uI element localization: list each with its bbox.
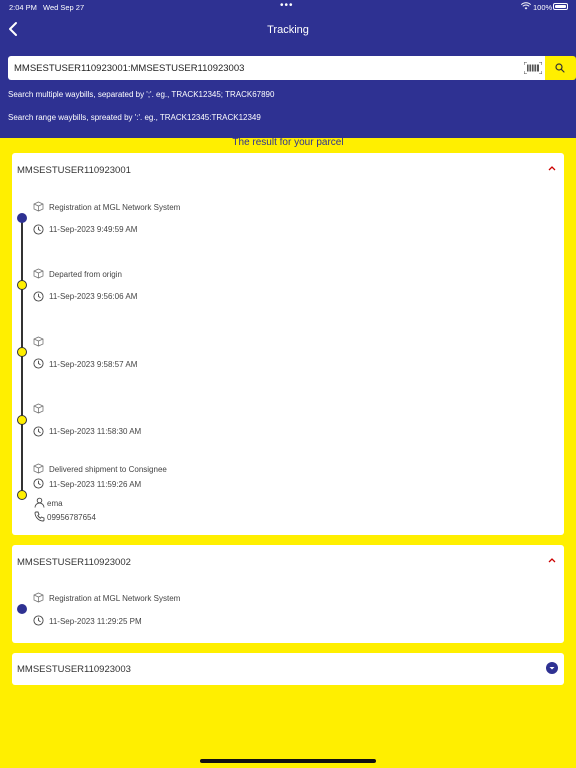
search-icon bbox=[555, 63, 565, 73]
multiple-search-hint: Search multiple waybills, separated by '… bbox=[8, 90, 275, 99]
waybill-number[interactable]: MMSESTUSER110923003 bbox=[17, 664, 131, 675]
clock-icon bbox=[33, 615, 44, 626]
package-icon bbox=[33, 336, 44, 347]
page-title: Tracking bbox=[267, 24, 309, 36]
timeline-dot bbox=[17, 415, 27, 425]
battery-percent: 100% bbox=[533, 3, 553, 12]
status-bar: 2:04 PM Wed Sep 27 ••• 100% bbox=[0, 0, 576, 14]
range-search-hint: Search range waybills, spreated by ':'. … bbox=[8, 113, 261, 122]
package-icon bbox=[33, 403, 44, 414]
parcel-card: MMSESTUSER110923001 Registration at MGL … bbox=[12, 153, 564, 535]
timeline-dot bbox=[17, 604, 27, 614]
event-status: Registration at MGL Network System bbox=[49, 203, 181, 212]
clock-icon bbox=[33, 291, 44, 302]
event-time: 11-Sep-2023 11:29:25 PM bbox=[49, 617, 142, 626]
clock-icon bbox=[33, 358, 44, 369]
timeline-dot bbox=[17, 490, 27, 500]
home-indicator[interactable] bbox=[200, 759, 376, 763]
waybill-search-input[interactable] bbox=[14, 56, 504, 80]
top-bar: 2:04 PM Wed Sep 27 ••• 100% Tracking Sea… bbox=[0, 0, 576, 138]
receiver-phone[interactable]: 09956787654 bbox=[47, 513, 96, 522]
timeline-dot bbox=[17, 280, 27, 290]
waybill-number[interactable]: MMSESTUSER110923001 bbox=[17, 165, 131, 176]
timeline-dot bbox=[17, 213, 27, 223]
chevron-down-icon[interactable] bbox=[546, 662, 558, 674]
package-icon bbox=[33, 463, 44, 474]
package-icon bbox=[33, 592, 44, 603]
clock-icon bbox=[33, 426, 44, 437]
receiver-name: ema bbox=[47, 499, 63, 508]
status-time: 2:04 PM bbox=[9, 3, 37, 12]
parcel-card: MMSESTUSER110923002 Registration at MGL … bbox=[12, 545, 564, 643]
event-status: Delivered shipment to Consignee bbox=[49, 465, 167, 474]
clock-icon bbox=[33, 224, 44, 235]
event-time: 11-Sep-2023 9:56:06 AM bbox=[49, 292, 138, 301]
timeline-dot bbox=[17, 347, 27, 357]
chevron-up-icon[interactable] bbox=[548, 557, 556, 563]
clock-icon bbox=[33, 478, 44, 489]
package-icon bbox=[33, 201, 44, 212]
package-icon bbox=[33, 268, 44, 279]
result-title: The result for your parcel bbox=[232, 137, 344, 148]
person-icon bbox=[34, 497, 45, 508]
status-date: Wed Sep 27 bbox=[43, 3, 85, 12]
chevron-up-icon[interactable] bbox=[548, 165, 556, 171]
barcode-icon[interactable] bbox=[524, 62, 542, 74]
wifi-icon bbox=[521, 2, 531, 10]
search-button[interactable] bbox=[545, 56, 576, 80]
search-box bbox=[8, 56, 576, 80]
waybill-number[interactable]: MMSESTUSER110923002 bbox=[17, 557, 131, 568]
event-status: Departed from origin bbox=[49, 270, 122, 279]
battery-icon bbox=[553, 3, 568, 10]
event-time: 11-Sep-2023 9:58:57 AM bbox=[49, 360, 138, 369]
event-time: 11-Sep-2023 11:59:26 AM bbox=[49, 480, 142, 489]
phone-icon bbox=[34, 511, 45, 522]
event-status: Registration at MGL Network System bbox=[49, 594, 181, 603]
multitasking-dots-icon[interactable]: ••• bbox=[280, 0, 294, 11]
parcel-card: MMSESTUSER110923003 bbox=[12, 653, 564, 685]
event-time: 11-Sep-2023 11:58:30 AM bbox=[49, 427, 142, 436]
event-time: 11-Sep-2023 9:49:59 AM bbox=[49, 225, 138, 234]
